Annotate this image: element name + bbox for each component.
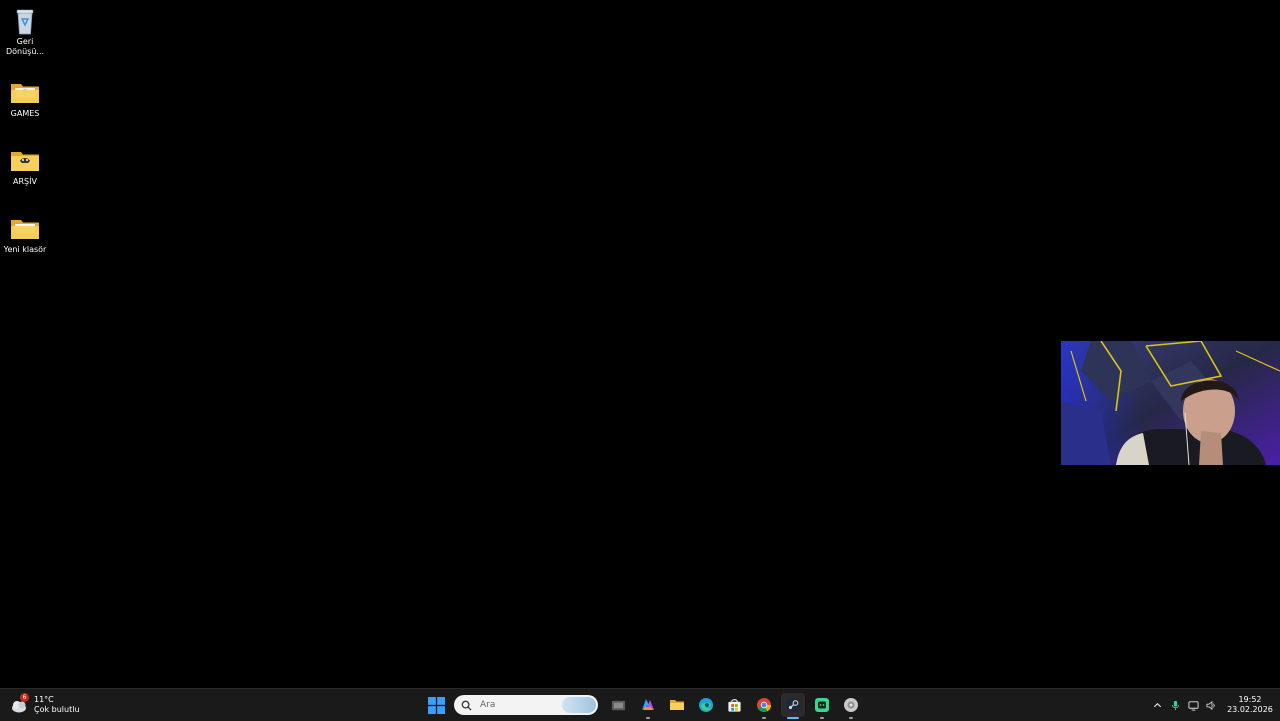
search-highlight-image — [562, 697, 596, 713]
taskbar: 6 11°C Çok bulutlu Ara 19:52 23.02.2026 — [0, 688, 1280, 721]
volume-button[interactable] — [1202, 694, 1220, 716]
weather-temperature: 11°C — [34, 695, 54, 704]
webcam-overlay — [1061, 341, 1280, 465]
cloud-icon: 6 — [10, 693, 30, 715]
running-indicator — [819, 717, 824, 719]
folder-icon — [10, 214, 40, 242]
show-hidden-icons-button[interactable] — [1148, 694, 1166, 716]
widgets-icon — [641, 699, 654, 710]
start-button[interactable] — [425, 693, 449, 717]
store-button[interactable] — [723, 693, 747, 717]
system-tray: 19:52 23.02.2026 — [1148, 693, 1280, 717]
microphone-button[interactable] — [1166, 694, 1184, 716]
chevron-up-icon — [1153, 702, 1161, 707]
weather-condition: Çok bulutlu — [34, 705, 80, 714]
desktop-icon-yeni-klasor[interactable]: Yeni klasör — [2, 214, 48, 255]
arsiv-label: ARŞİV — [13, 177, 37, 186]
microphone-icon — [1171, 700, 1179, 710]
running-indicator — [645, 717, 650, 719]
gray-app-icon — [843, 698, 858, 712]
edge-icon — [698, 698, 713, 712]
taskbar-apps — [422, 693, 865, 719]
green-app-button[interactable] — [810, 693, 834, 719]
folder-icon — [10, 78, 40, 106]
games-label: GAMES — [10, 109, 40, 118]
folder-icon — [669, 700, 684, 710]
file-explorer-button[interactable] — [665, 693, 689, 717]
windows-start-icon — [428, 696, 445, 714]
weather-badge: 6 — [20, 693, 29, 702]
running-indicator — [761, 717, 766, 719]
widgets-button[interactable] — [636, 693, 660, 719]
desktop-icon-recycle-bin[interactable]: Geri Dönüşü... — [2, 6, 48, 57]
running-indicator — [848, 717, 853, 719]
folder-icon — [10, 146, 40, 174]
webcam-feed-image — [1061, 341, 1280, 465]
yeni-klasor-label: Yeni klasör — [3, 245, 47, 254]
store-icon — [728, 698, 741, 712]
clock[interactable]: 19:52 23.02.2026 — [1224, 695, 1276, 715]
search-icon — [461, 700, 472, 711]
clock-time: 19:52 — [1238, 695, 1262, 704]
clock-date: 23.02.2026 — [1227, 705, 1273, 714]
chrome-button[interactable] — [752, 693, 776, 719]
search-input[interactable] — [478, 699, 562, 711]
search-bar[interactable] — [454, 695, 598, 715]
steam-button[interactable] — [780, 693, 805, 719]
recycle-bin-icon — [10, 6, 40, 35]
edge-button[interactable] — [694, 693, 718, 717]
network-button[interactable] — [1184, 694, 1202, 716]
network-icon — [1187, 700, 1199, 711]
desktop-icon-games[interactable]: GAMES — [2, 78, 48, 119]
chrome-icon — [756, 698, 771, 713]
task-view-icon — [611, 700, 626, 710]
green-app-icon — [814, 698, 829, 712]
recycle-bin-label: Geri Dönüşü... — [5, 37, 45, 56]
volume-icon — [1206, 700, 1215, 710]
desktop-icon-arsiv[interactable]: ARŞİV — [2, 146, 48, 187]
task-view-button[interactable] — [607, 693, 631, 717]
weather-widget[interactable]: 6 11°C Çok bulutlu — [10, 693, 80, 717]
gray-app-button[interactable] — [839, 693, 863, 719]
steam-icon — [785, 698, 800, 712]
active-indicator — [786, 717, 799, 719]
